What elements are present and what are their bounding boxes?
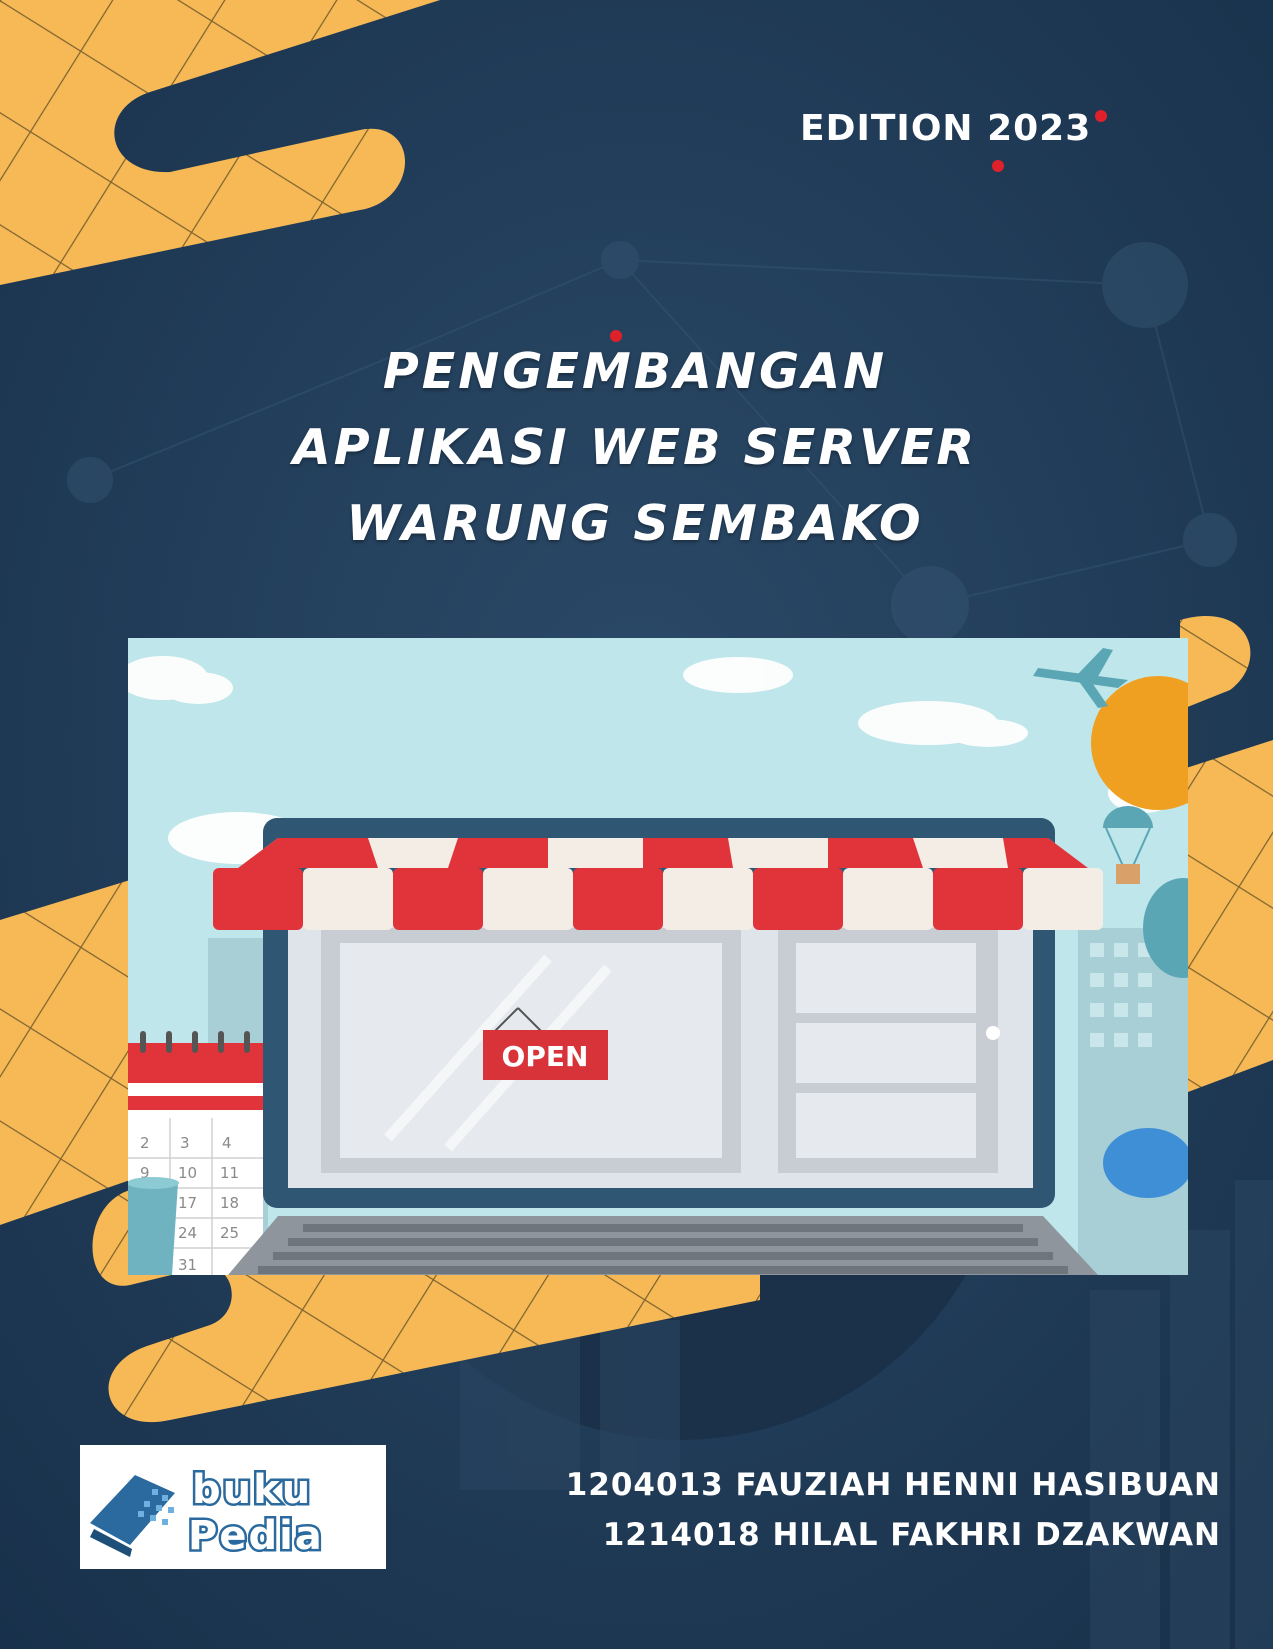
publisher-logo: buku Pedia [80, 1445, 386, 1569]
calendar-day: 18 [220, 1194, 239, 1212]
logo-text-pedia: Pedia [188, 1513, 324, 1559]
storefront-illustration: 2 3 4 9 10 11 17 18 24 25 31 OPEN [128, 638, 1188, 1275]
calendar-day: 3 [180, 1134, 190, 1152]
book-cover: EDITION 2023 PENGEMBANGAN APLIKASI WEB S… [0, 0, 1273, 1649]
calendar-day: 11 [220, 1164, 239, 1182]
calendar-day: 31 [178, 1256, 197, 1274]
author-1: 1204013 FAUZIAH HENNI HASIBUAN [565, 1467, 1221, 1503]
edition-label: EDITION 2023 [800, 108, 1092, 149]
calendar-day: 10 [178, 1164, 197, 1182]
author-list: 1204013 FAUZIAH HENNI HASIBUAN 1214018 H… [401, 1460, 1221, 1560]
calendar-day: 4 [222, 1134, 232, 1152]
calendar-day: 2 [140, 1134, 150, 1152]
author-2: 1214018 HILAL FAKHRI DZAKWAN [602, 1517, 1221, 1553]
calendar-day: 25 [220, 1224, 239, 1242]
book-icon [90, 1475, 175, 1557]
title-line-3: WARUNG SEMBAKO [346, 495, 924, 552]
logo-text-buku: buku [192, 1467, 312, 1513]
open-sign-text: OPEN [502, 1040, 589, 1073]
title-line-1: PENGEMBANGAN [382, 343, 888, 400]
book-title: PENGEMBANGAN APLIKASI WEB SERVER WARUNG … [130, 334, 1140, 562]
calendar-day: 24 [178, 1224, 197, 1242]
title-line-2: APLIKASI WEB SERVER [292, 419, 978, 476]
calendar-day: 17 [178, 1194, 197, 1212]
